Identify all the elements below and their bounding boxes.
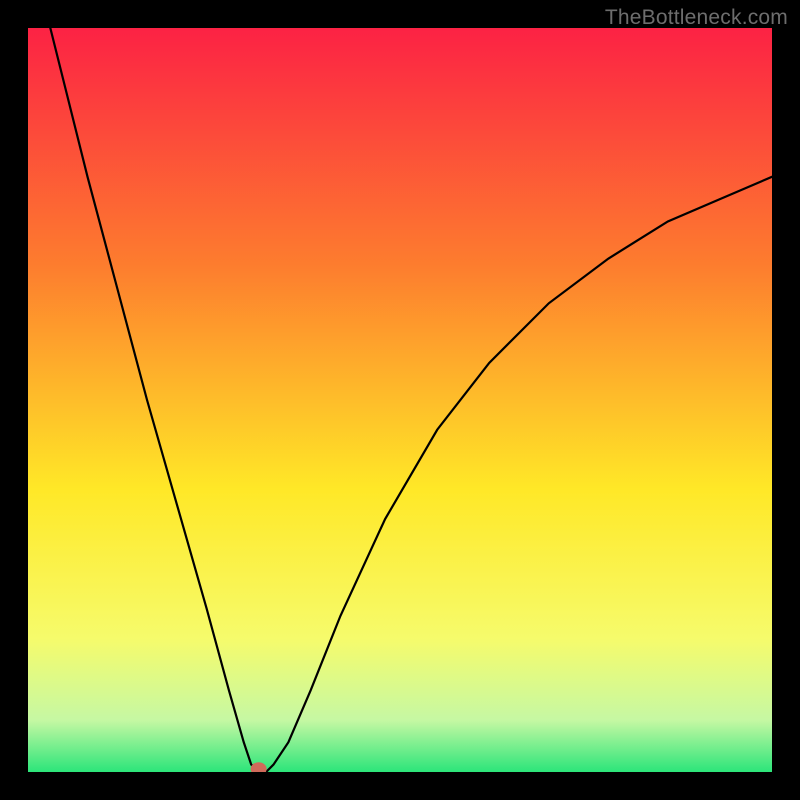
chart-frame: TheBottleneck.com bbox=[0, 0, 800, 800]
chart-svg bbox=[28, 28, 772, 772]
plot-area bbox=[28, 28, 772, 772]
watermark-text: TheBottleneck.com bbox=[605, 6, 788, 30]
gradient-background bbox=[28, 28, 772, 772]
